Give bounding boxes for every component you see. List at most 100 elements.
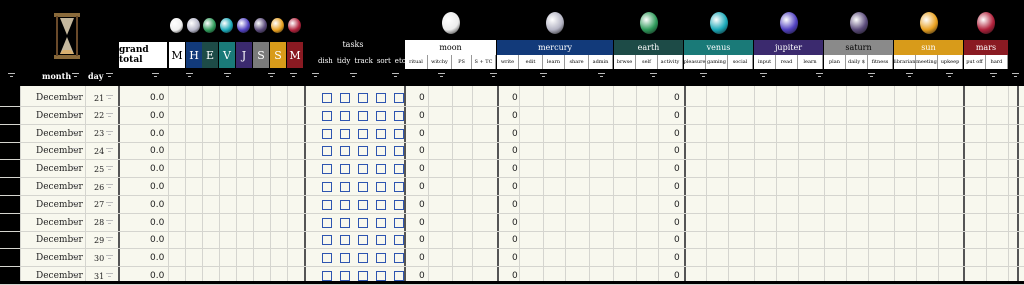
filter-icon[interactable]	[946, 73, 953, 80]
month-dropdown-icon[interactable]	[72, 184, 79, 191]
task-checkbox[interactable]	[376, 128, 386, 139]
task-checkbox[interactable]	[376, 164, 386, 175]
month-dropdown-icon[interactable]	[72, 273, 79, 280]
task-checkbox[interactable]	[394, 110, 404, 121]
task-checkbox[interactable]	[394, 93, 404, 103]
day-cell[interactable]: 29	[94, 231, 104, 249]
filter-icon[interactable]	[760, 73, 767, 80]
task-checkbox[interactable]	[340, 93, 350, 103]
task-checkbox[interactable]	[358, 164, 368, 175]
day-dropdown-icon[interactable]	[106, 255, 113, 262]
task-checkbox[interactable]	[340, 253, 350, 264]
task-checkbox[interactable]	[340, 235, 350, 246]
task-checkbox[interactable]	[358, 235, 368, 246]
task-checkbox[interactable]	[394, 217, 404, 228]
day-dropdown-icon[interactable]	[106, 237, 113, 244]
filter-icon[interactable]	[152, 73, 159, 80]
task-checkbox[interactable]	[322, 271, 332, 281]
month-dropdown-icon[interactable]	[72, 112, 79, 120]
filter-icon[interactable]	[350, 73, 357, 80]
task-checkbox[interactable]	[376, 253, 386, 264]
task-checkbox[interactable]	[376, 93, 386, 103]
task-checkbox[interactable]	[322, 128, 332, 139]
filter-icon[interactable]	[490, 73, 497, 80]
task-checkbox[interactable]	[322, 93, 332, 103]
month-dropdown-icon[interactable]	[72, 201, 79, 209]
month-dropdown-icon[interactable]	[72, 95, 79, 102]
day-dropdown-icon[interactable]	[106, 166, 113, 173]
month-dropdown-icon[interactable]	[72, 148, 79, 155]
filter-icon[interactable]	[392, 73, 399, 80]
task-checkbox[interactable]	[358, 93, 368, 103]
day-dropdown-icon[interactable]	[106, 219, 113, 227]
task-checkbox[interactable]	[322, 110, 332, 121]
day-dropdown-icon[interactable]	[106, 112, 113, 120]
task-checkbox[interactable]	[376, 199, 386, 210]
task-checkbox[interactable]	[322, 217, 332, 228]
day-cell[interactable]: 26	[94, 178, 104, 196]
task-checkbox[interactable]	[358, 217, 368, 228]
task-checkbox[interactable]	[376, 217, 386, 228]
task-checkbox[interactable]	[358, 253, 368, 264]
task-checkbox[interactable]	[376, 235, 386, 246]
task-checkbox[interactable]	[394, 235, 404, 246]
filter-icon[interactable]	[598, 73, 605, 80]
filter-icon[interactable]	[1012, 73, 1019, 80]
task-checkbox[interactable]	[394, 128, 404, 139]
filter-icon[interactable]	[650, 73, 657, 80]
filter-icon[interactable]	[186, 73, 193, 80]
month-dropdown-icon[interactable]	[72, 237, 79, 244]
task-checkbox[interactable]	[340, 128, 350, 139]
filter-icon[interactable]	[8, 73, 15, 80]
filter-icon[interactable]	[700, 73, 707, 80]
day-dropdown-icon[interactable]	[106, 273, 113, 280]
task-checkbox[interactable]	[358, 128, 368, 139]
task-checkbox[interactable]	[394, 164, 404, 175]
filter-icon[interactable]	[540, 73, 547, 80]
day-dropdown-icon[interactable]	[106, 148, 113, 155]
task-checkbox[interactable]	[340, 182, 350, 192]
task-checkbox[interactable]	[340, 217, 350, 228]
task-checkbox[interactable]	[358, 146, 368, 157]
day-cell[interactable]: 25	[94, 160, 104, 178]
task-checkbox[interactable]	[340, 164, 350, 175]
filter-icon[interactable]	[438, 73, 445, 80]
task-checkbox[interactable]	[340, 271, 350, 281]
day-cell[interactable]: 28	[94, 214, 104, 232]
day-dropdown-icon[interactable]	[106, 184, 113, 191]
month-dropdown-icon[interactable]	[72, 255, 79, 262]
filter-icon[interactable]	[72, 73, 79, 80]
day-dropdown-icon[interactable]	[106, 201, 113, 209]
task-checkbox[interactable]	[340, 110, 350, 121]
filter-icon[interactable]	[990, 73, 997, 80]
task-checkbox[interactable]	[322, 199, 332, 210]
filter-icon[interactable]	[868, 73, 875, 80]
day-dropdown-icon[interactable]	[106, 130, 113, 138]
filter-icon[interactable]	[906, 73, 913, 80]
day-cell[interactable]: 27	[94, 196, 104, 214]
task-checkbox[interactable]	[322, 146, 332, 157]
filter-icon[interactable]	[106, 73, 113, 80]
day-cell[interactable]: 24	[94, 142, 104, 160]
task-checkbox[interactable]	[322, 182, 332, 192]
task-checkbox[interactable]	[394, 182, 404, 192]
task-checkbox[interactable]	[394, 146, 404, 157]
filter-icon[interactable]	[268, 73, 275, 80]
day-cell[interactable]: 30	[94, 249, 104, 267]
task-checkbox[interactable]	[376, 271, 386, 281]
task-checkbox[interactable]	[376, 110, 386, 121]
filter-icon[interactable]	[224, 73, 231, 80]
day-dropdown-icon[interactable]	[106, 95, 113, 102]
task-checkbox[interactable]	[376, 146, 386, 157]
task-checkbox[interactable]	[322, 164, 332, 175]
filter-icon[interactable]	[312, 73, 319, 80]
task-checkbox[interactable]	[394, 199, 404, 210]
month-dropdown-icon[interactable]	[72, 130, 79, 138]
day-cell[interactable]: 23	[94, 125, 104, 143]
month-dropdown-icon[interactable]	[72, 219, 79, 227]
task-checkbox[interactable]	[358, 182, 368, 192]
task-checkbox[interactable]	[358, 199, 368, 210]
task-checkbox[interactable]	[394, 253, 404, 264]
task-checkbox[interactable]	[394, 271, 404, 281]
task-checkbox[interactable]	[340, 199, 350, 210]
